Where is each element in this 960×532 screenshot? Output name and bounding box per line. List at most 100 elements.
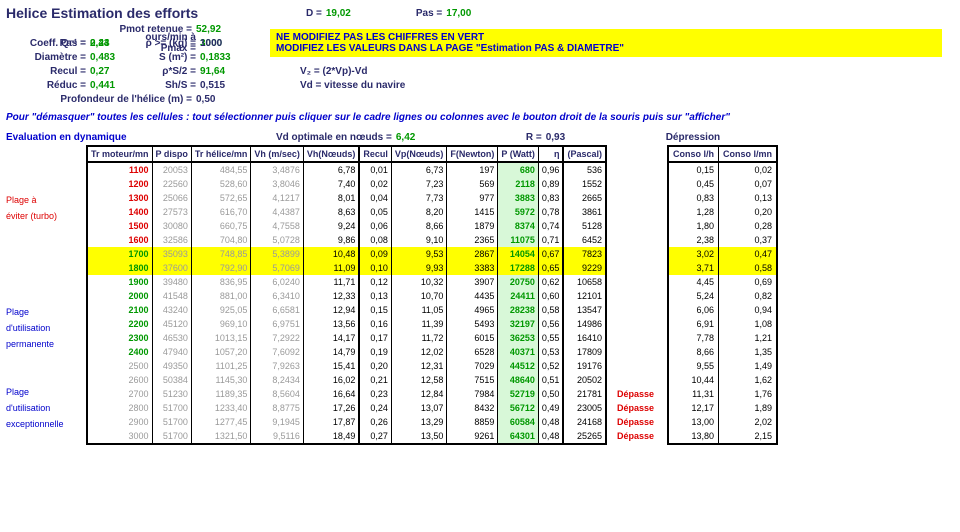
depasse-label	[615, 373, 669, 387]
depasse-label: Dépasse	[615, 401, 669, 415]
table-row: 140027573616,704,43878,630,058,201415597…	[87, 205, 606, 219]
coefq-value: 2,24	[90, 38, 126, 49]
unmask-note: Pour "démasquer" toutes les cellules : t…	[6, 112, 942, 123]
r-label: R =	[526, 132, 542, 143]
table-row: 210043240925,056,658112,940,1511,0549652…	[87, 303, 606, 317]
table-row: 3000517001321,509,511618,490,2713,509261…	[87, 429, 606, 444]
pas-top-value: 17,00	[446, 8, 471, 19]
depasse-label	[615, 163, 669, 177]
shs-label: Sh/S =	[126, 80, 200, 91]
warning-line-2: MODIFIEZ LES VALEURS DANS LA PAGE "Estim…	[276, 43, 936, 54]
prof-value: 0,50	[196, 94, 215, 105]
d-label: D =	[306, 8, 322, 19]
col-header: P dispo	[152, 146, 191, 162]
recul-label: Recul =	[6, 66, 90, 77]
table-row: 110020053484,553,48766,780,016,731976800…	[87, 162, 606, 177]
row-group-label	[6, 433, 86, 449]
row-group-label	[6, 177, 86, 193]
table-row: 2800517001233,408,877517,260,2413,078432…	[87, 401, 606, 415]
vd-formula: Vd = vitesse du navire	[300, 80, 405, 91]
depasse-label	[615, 261, 669, 275]
depasse-label	[615, 345, 669, 359]
depasse-label	[615, 205, 669, 219]
row-group-label	[6, 257, 86, 273]
col-header: F(Newton)	[447, 146, 498, 162]
col-header: (Pascal)	[563, 146, 606, 162]
table-row: 200041548881,006,341012,330,1310,7044352…	[87, 289, 606, 303]
main-table: Tr moteur/mnP dispoTr hélice/mnVh (m/sec…	[86, 145, 607, 445]
reduc-label: Réduc =	[6, 80, 90, 91]
coefq-label: Coeff. Q⁻¹ =	[6, 38, 90, 49]
table-row: 2900517001277,459,194517,870,2613,298859…	[87, 415, 606, 429]
row-group-label: éviter (turbo)	[6, 209, 86, 225]
depasse-label	[615, 233, 669, 247]
page-title: Helice Estimation des efforts	[6, 5, 206, 21]
depasse-label	[615, 219, 669, 233]
row-group-label: d'utilisation	[6, 401, 86, 417]
rhos2-value: 91,64	[200, 66, 260, 77]
col-header: Vh (m/sec)	[251, 146, 304, 162]
row-group-label	[6, 465, 86, 481]
table-row: 2500493501101,257,926315,410,2012,317029…	[87, 359, 606, 373]
row-group-label	[6, 225, 86, 241]
col-header: P (Watt)	[498, 146, 539, 162]
row-group-label	[6, 241, 86, 257]
diam-value: 0,483	[90, 52, 126, 63]
depression-label: Dépression	[666, 132, 720, 143]
rhos2-label: ρ*S/2 =	[126, 66, 200, 77]
conso-col-header: Conso l/mn	[718, 146, 777, 162]
row-group-label: Plage	[6, 305, 86, 321]
row-group-label: Plage à	[6, 193, 86, 209]
row-group-label	[6, 369, 86, 385]
depasse-label	[615, 359, 669, 373]
depasse-label	[615, 177, 669, 191]
depasse-label: Dépasse	[615, 415, 669, 429]
reduc-value: 0,441	[90, 80, 126, 91]
table-row: 190039480836,956,024011,710,1210,3239072…	[87, 275, 606, 289]
row-group-label	[6, 161, 86, 177]
recul-value: 0,27	[90, 66, 126, 77]
row-group-label	[6, 353, 86, 369]
row-group-label	[6, 289, 86, 305]
col-header: Tr hélice/mn	[191, 146, 251, 162]
row-group-label	[6, 273, 86, 289]
s-label: S (m²) =	[126, 52, 200, 63]
diam-label: Diamètre =	[6, 52, 90, 63]
conso-col-header: Conso l/h	[668, 146, 719, 162]
table-row: 2400479401057,207,609214,790,1912,026528…	[87, 345, 606, 359]
table-row: 150030080660,754,75589,240,068,661879837…	[87, 219, 606, 233]
depasse-label: Dépasse	[615, 387, 669, 401]
table-row: 2700512301189,358,560416,640,2312,847984…	[87, 387, 606, 401]
prof-label: Profondeur de l'hélice (m) =	[36, 94, 192, 105]
row-group-label: d'utilisation	[6, 321, 86, 337]
row-group-label: exceptionnelle	[6, 417, 86, 433]
v2-formula: V₂ = (2*Vp)-Vd	[300, 66, 368, 77]
table-row: 130025066572,654,12178,010,047,739773883…	[87, 191, 606, 205]
depasse-label	[615, 317, 669, 331]
d-value: 19,02	[326, 8, 386, 19]
depasse-label: Dépasse	[615, 429, 669, 443]
s-value: 0,1833	[200, 52, 260, 63]
table-row: 160032586704,805,07289,860,089,102365110…	[87, 233, 606, 247]
depasse-label	[615, 331, 669, 345]
r-value: 0,93	[546, 132, 606, 143]
table-row: 2600503841145,308,243416,020,2112,587515…	[87, 373, 606, 387]
depasse-label	[615, 289, 669, 303]
depasse-label	[615, 275, 669, 289]
vd-opt-value: 6,42	[396, 132, 446, 143]
warning-box: NE MODIFIEZ PAS LES CHIFFRES EN VERT MOD…	[270, 29, 942, 57]
col-header: Vh(Nœuds)	[303, 146, 359, 162]
depasse-label	[615, 303, 669, 317]
col-header: Vp(Nœuds)	[391, 146, 447, 162]
warning-line-1: NE MODIFIEZ PAS LES CHIFFRES EN VERT	[276, 32, 936, 43]
table-row: 180037600792,905,706911,090,109,93338317…	[87, 261, 606, 275]
depasse-label	[615, 191, 669, 205]
shs-value: 0,515	[200, 80, 260, 91]
row-group-label: Plage	[6, 385, 86, 401]
col-header: Tr moteur/mn	[87, 146, 152, 162]
vd-opt-label: Vd optimale en nœuds =	[276, 132, 392, 143]
pas-top-label: Pas =	[416, 8, 442, 19]
rho-label: ρ >= (kg) =	[126, 38, 200, 49]
table-row: 170035093748,855,389910,480,099,53286714…	[87, 247, 606, 261]
eval-title: Evaluation en dynamique	[6, 132, 216, 143]
